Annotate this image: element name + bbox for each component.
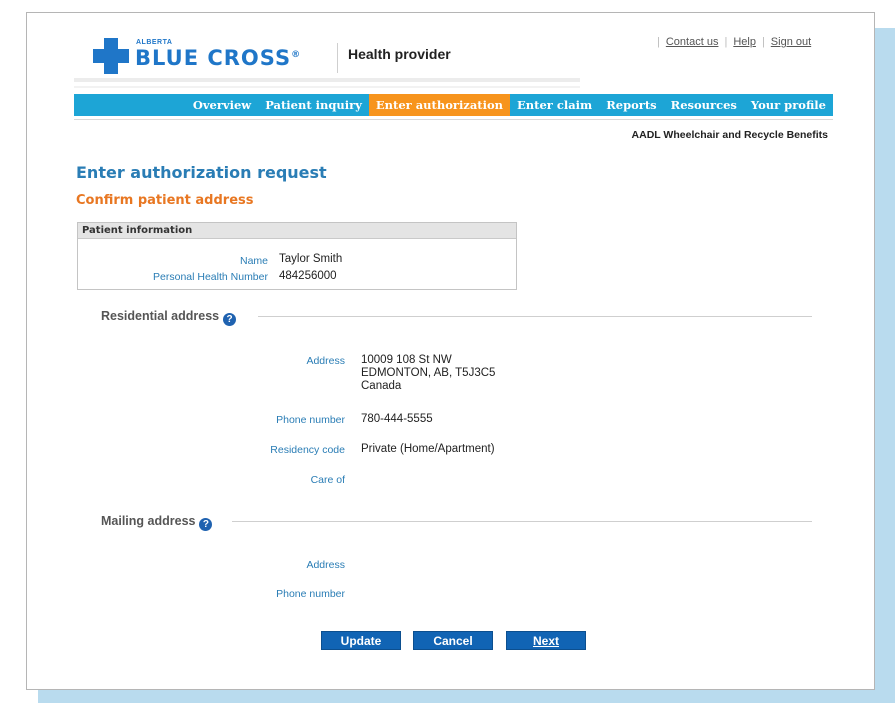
mailing-divider bbox=[232, 521, 812, 522]
patient-name-label: Name bbox=[239, 255, 268, 267]
nav-resources[interactable]: Resources bbox=[664, 94, 744, 116]
contact-us-link[interactable]: Contact us bbox=[666, 36, 719, 48]
nav-overview[interactable]: Overview bbox=[186, 94, 258, 116]
update-button[interactable]: Update bbox=[321, 631, 401, 650]
cancel-button[interactable]: Cancel bbox=[413, 631, 493, 650]
phn-label: Personal Health Number bbox=[153, 271, 268, 283]
top-links: | Contact us | Help | Sign out bbox=[657, 36, 812, 48]
nav-your-profile[interactable]: Your profile bbox=[744, 94, 833, 116]
nav-enter-claim[interactable]: Enter claim bbox=[510, 94, 599, 116]
patient-name-value: Taylor Smith bbox=[279, 253, 343, 265]
help-icon[interactable]: ? bbox=[223, 313, 237, 326]
phn-value: 484256000 bbox=[279, 270, 337, 282]
residential-address-heading: Residential address? bbox=[101, 309, 237, 326]
mailing-address-label: Address bbox=[306, 559, 345, 571]
nav-reports[interactable]: Reports bbox=[599, 94, 663, 116]
residential-address-line3: Canada bbox=[361, 380, 402, 392]
main-nav: Overview Patient inquiry Enter authoriza… bbox=[74, 94, 833, 116]
residential-address-line1: 10009 108 St NW bbox=[361, 354, 452, 366]
cross-icon bbox=[93, 38, 129, 74]
mailing-address-heading: Mailing address? bbox=[101, 514, 213, 531]
nav-divider bbox=[74, 119, 833, 120]
logo-small-text: ALBERTA bbox=[136, 39, 173, 46]
nav-enter-authorization[interactable]: Enter authorization bbox=[368, 94, 511, 116]
sign-out-link[interactable]: Sign out bbox=[771, 36, 811, 48]
residential-address-label: Address bbox=[306, 355, 345, 367]
next-button[interactable]: Next bbox=[506, 631, 586, 650]
residential-phone-value: 780-444-5555 bbox=[361, 413, 433, 425]
product-name: Health provider bbox=[348, 46, 451, 62]
page-subtitle: Confirm patient address bbox=[76, 193, 254, 208]
nav-patient-inquiry[interactable]: Patient inquiry bbox=[258, 94, 369, 116]
program-name: AADL Wheelchair and Recycle Benefits bbox=[631, 129, 828, 141]
residency-code-value: Private (Home/Apartment) bbox=[361, 443, 495, 455]
residential-address-line2: EDMONTON, AB, T5J3C5 bbox=[361, 367, 496, 379]
logo-divider bbox=[337, 43, 338, 73]
care-of-label: Care of bbox=[310, 474, 345, 486]
page-title: Enter authorization request bbox=[76, 163, 327, 182]
header-divider bbox=[74, 78, 580, 82]
patient-info-header: Patient information bbox=[78, 223, 516, 239]
logo-main-text: BLUE CROSS® bbox=[135, 46, 302, 70]
residency-code-label: Residency code bbox=[270, 444, 345, 456]
help-link[interactable]: Help bbox=[733, 36, 756, 48]
help-icon[interactable]: ? bbox=[199, 518, 213, 531]
mailing-phone-label: Phone number bbox=[276, 588, 345, 600]
residential-divider bbox=[258, 316, 812, 317]
residential-phone-label: Phone number bbox=[276, 414, 345, 426]
header-divider-thin bbox=[74, 86, 580, 88]
